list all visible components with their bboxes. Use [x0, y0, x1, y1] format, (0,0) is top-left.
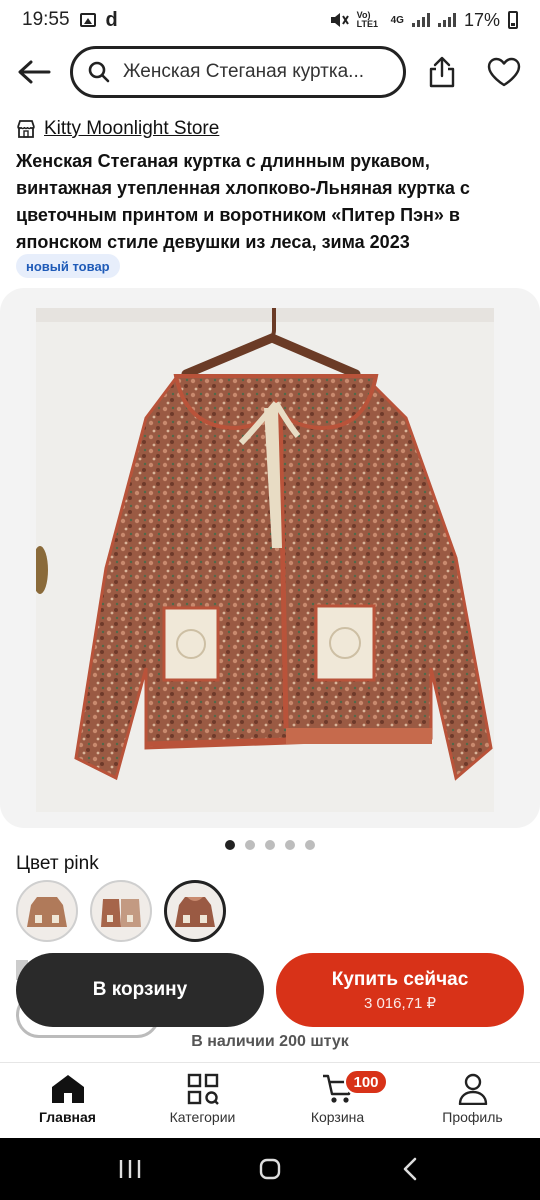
jacket-illustration: [36, 308, 494, 812]
gallery-dot[interactable]: [285, 840, 295, 850]
home-system-button[interactable]: [250, 1149, 290, 1189]
share-button[interactable]: [422, 52, 462, 92]
signal-2-icon: [437, 13, 456, 27]
store-icon: [17, 120, 35, 138]
battery-percent: 17%: [463, 9, 500, 30]
home-icon: [51, 1075, 84, 1103]
back-chevron-icon: [403, 1157, 417, 1181]
swatch-jacket-3-icon: [175, 897, 215, 927]
categories-icon: [187, 1073, 219, 1105]
status-time: 19:55: [22, 9, 70, 30]
gallery-notification-icon: [79, 13, 96, 27]
gallery-pager: [0, 840, 540, 850]
nav-categories-label: Категории: [169, 1109, 236, 1125]
recent-apps-button[interactable]: [110, 1149, 150, 1189]
gallery-dot[interactable]: [245, 840, 255, 850]
nav-home[interactable]: Главная: [0, 1063, 135, 1138]
gallery-dot[interactable]: [225, 840, 235, 850]
nav-home-label: Главная: [39, 1109, 96, 1125]
nav-profile[interactable]: Профиль: [405, 1063, 540, 1138]
profile-icon: [458, 1073, 487, 1105]
nav-cart-label: Корзина: [310, 1109, 365, 1125]
swatch-jacket-1-icon: [27, 897, 67, 927]
color-option-1[interactable]: [16, 880, 78, 942]
product-title: Женская Стеганая куртка с длинным рукаво…: [16, 151, 470, 252]
color-option-2[interactable]: [90, 880, 152, 942]
back-button[interactable]: [14, 54, 54, 90]
back-arrow-icon: [18, 60, 51, 84]
search-input[interactable]: Женская Стеганая куртка...: [70, 46, 406, 98]
product-photo[interactable]: [36, 308, 494, 812]
cart-count-badge: 100: [344, 1069, 388, 1095]
swatch-jacket-2-icon: [101, 899, 141, 927]
buy-now-button[interactable]: Купить сейчас 3 016,71 ₽: [276, 953, 524, 1027]
signal-1-icon: [411, 13, 430, 27]
new-item-badge: новый товар: [16, 254, 120, 278]
heart-icon: [487, 57, 521, 87]
color-option-pink[interactable]: [164, 880, 226, 942]
recent-apps-icon: [119, 1160, 141, 1178]
product-gallery[interactable]: [0, 288, 540, 828]
nav-cart[interactable]: 100 Корзина: [270, 1063, 405, 1138]
color-swatches: [16, 880, 226, 942]
favorite-button[interactable]: [484, 52, 524, 92]
network-label: 4G: [390, 14, 404, 26]
store-link[interactable]: Kitty Moonlight Store: [16, 118, 219, 140]
gallery-dot[interactable]: [305, 840, 315, 850]
buy-now-label: Купить сейчас: [331, 968, 469, 990]
system-nav-bar: [0, 1138, 540, 1200]
stock-status: В наличии 200 штук: [191, 1033, 349, 1050]
search-query: Женская Стеганая куртка...: [123, 61, 365, 82]
buy-now-price: 3 016,71 ₽: [363, 994, 437, 1012]
gallery-dot[interactable]: [265, 840, 275, 850]
nav-profile-label: Профиль: [442, 1109, 503, 1125]
bottom-nav: Главная Категории 100 Корзина Профиль: [0, 1062, 540, 1138]
store-name: Kitty Moonlight Store: [44, 118, 220, 139]
nav-categories[interactable]: Категории: [135, 1063, 270, 1138]
battery-icon: [508, 11, 518, 29]
top-bar: Женская Стеганая куртка...: [0, 44, 540, 100]
home-circle-icon: [259, 1158, 281, 1180]
color-label: Цвет pink: [16, 853, 99, 874]
add-to-cart-button[interactable]: В корзину: [16, 953, 264, 1027]
status-bar: 19:55 d Vo) LTE1 4G 17%: [0, 0, 540, 40]
app-notification-icon: d: [105, 8, 118, 31]
search-icon: [88, 61, 110, 83]
volte-label: Vo) LTE1: [356, 10, 378, 29]
back-system-button[interactable]: [390, 1149, 430, 1189]
mute-icon: [330, 13, 349, 27]
share-icon: [429, 56, 455, 88]
